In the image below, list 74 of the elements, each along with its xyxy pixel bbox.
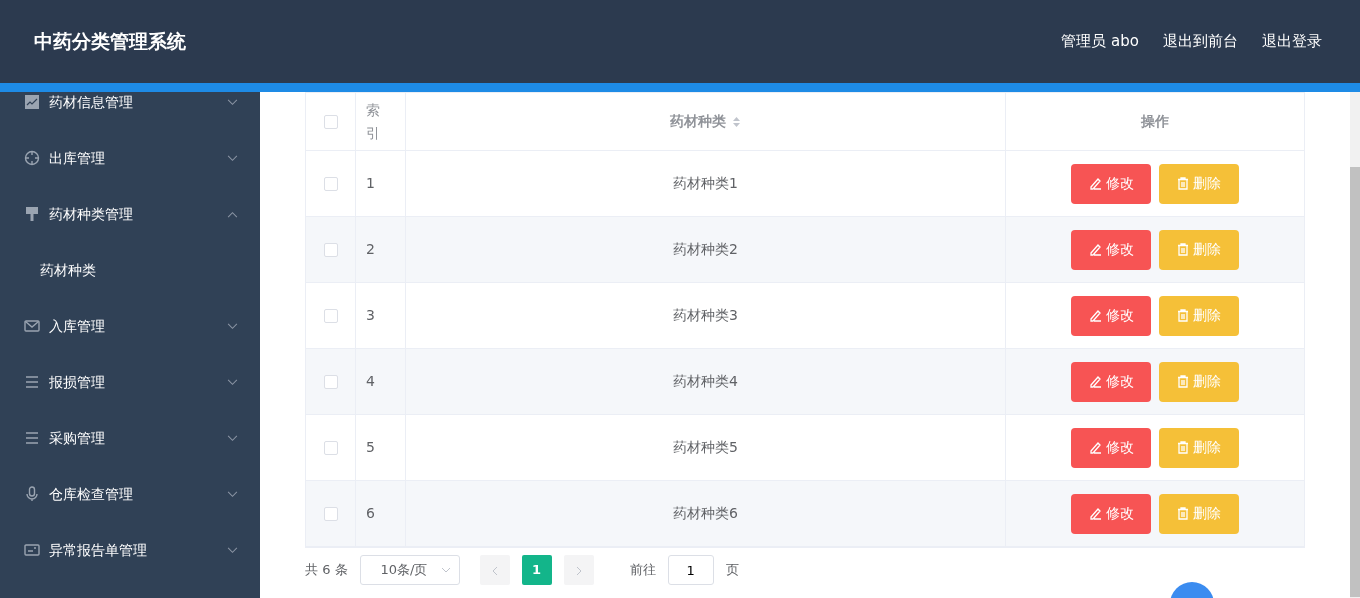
sort-icon[interactable] <box>732 115 741 128</box>
card-icon <box>24 542 40 558</box>
page-input[interactable]: 1 <box>667 555 714 585</box>
trash-icon <box>1177 177 1189 190</box>
checkbox[interactable] <box>323 308 338 323</box>
table-cell-text: 5 <box>366 438 375 457</box>
list-icon <box>24 374 40 390</box>
menu-label: 入库管理 <box>49 316 106 336</box>
checkbox[interactable] <box>323 114 338 129</box>
table-cell-text: 3 <box>366 306 375 325</box>
column-header: 操作 <box>1141 112 1169 131</box>
sidebar-item[interactable]: 异常报告单管理 <box>0 522 260 578</box>
table-cell-text: 4 <box>366 372 375 391</box>
sidebar-item[interactable]: 采购管理 <box>0 410 260 466</box>
chevron-right-icon <box>575 565 582 576</box>
table-cell-text: 药材种类1 <box>673 174 738 193</box>
sidebar-item[interactable]: 报损管理 <box>0 354 260 410</box>
total-count: 共 6 条 <box>305 561 348 580</box>
pencil-icon <box>1088 375 1102 388</box>
table-cell-text: 药材种类3 <box>673 306 738 325</box>
column-header: 索引 <box>366 101 381 143</box>
menu-label: 采购管理 <box>49 428 106 448</box>
trash-icon <box>1177 441 1189 454</box>
sidebar-item[interactable]: 入库管理 <box>0 298 260 354</box>
checkbox[interactable] <box>323 242 338 257</box>
trash-icon <box>1177 243 1189 256</box>
table-cell-text: 6 <box>366 504 375 523</box>
menu-label: 仓库检查管理 <box>49 484 134 504</box>
next-page-button[interactable] <box>563 555 594 585</box>
pencil-icon <box>1088 309 1102 322</box>
pencil-icon <box>1088 243 1102 256</box>
sidebar-item[interactable]: 药材信息管理 <box>0 92 260 130</box>
table-cell-text: 2 <box>366 240 375 259</box>
sidebar-item[interactable]: 药材种类管理 <box>0 186 260 242</box>
submenu-item[interactable]: 药材种类 <box>0 242 260 298</box>
table-cell-text: 药材种类5 <box>673 438 738 457</box>
chevron-down-icon <box>440 567 451 573</box>
goto-suffix: 页 <box>725 561 739 580</box>
scrollbar-thumb[interactable] <box>1350 167 1360 597</box>
menu-label: 报损管理 <box>49 372 106 392</box>
header-link[interactable]: 管理员 abo <box>1061 30 1139 53</box>
table-cell-text: 药材种类6 <box>673 504 738 523</box>
scrollbar[interactable] <box>1350 92 1360 598</box>
table-cell-text: 药材种类4 <box>673 372 738 391</box>
menu-label: 药材种类管理 <box>49 204 134 224</box>
header-link[interactable]: 退出到前台 <box>1163 30 1238 53</box>
chevron-left-icon <box>491 565 498 576</box>
checkbox[interactable] <box>323 176 338 191</box>
crosshair-icon <box>24 150 40 166</box>
pencil-icon <box>1088 177 1102 190</box>
goto-label: 前往 <box>629 561 656 580</box>
menu-label: 药材信息管理 <box>49 92 134 112</box>
page-size-select[interactable]: 10条/页 <box>359 555 460 585</box>
list-icon <box>24 430 40 446</box>
sidebar-item[interactable]: 仓库检查管理 <box>0 466 260 522</box>
trash-icon <box>1177 375 1189 388</box>
app-title: 中药分类管理系统 <box>34 29 186 55</box>
header-link[interactable]: 退出登录 <box>1262 30 1322 53</box>
sidebar-item[interactable]: 出库管理 <box>0 130 260 186</box>
table-cell-text: 1 <box>366 174 375 193</box>
checkbox[interactable] <box>323 374 338 389</box>
checkbox[interactable] <box>323 440 338 455</box>
trash-icon <box>1177 309 1189 322</box>
pencil-icon <box>1088 441 1102 454</box>
trash-icon <box>1177 507 1189 520</box>
checkbox[interactable] <box>323 506 338 521</box>
menu-label: 异常报告单管理 <box>49 540 148 560</box>
table-cell-text: 药材种类2 <box>673 240 738 259</box>
menu-label: 出库管理 <box>49 148 106 168</box>
microphone-icon <box>24 486 40 502</box>
mail-icon <box>24 318 40 334</box>
pencil-icon <box>1088 507 1102 520</box>
prev-page-button[interactable] <box>479 555 510 585</box>
brush-icon <box>24 206 40 222</box>
